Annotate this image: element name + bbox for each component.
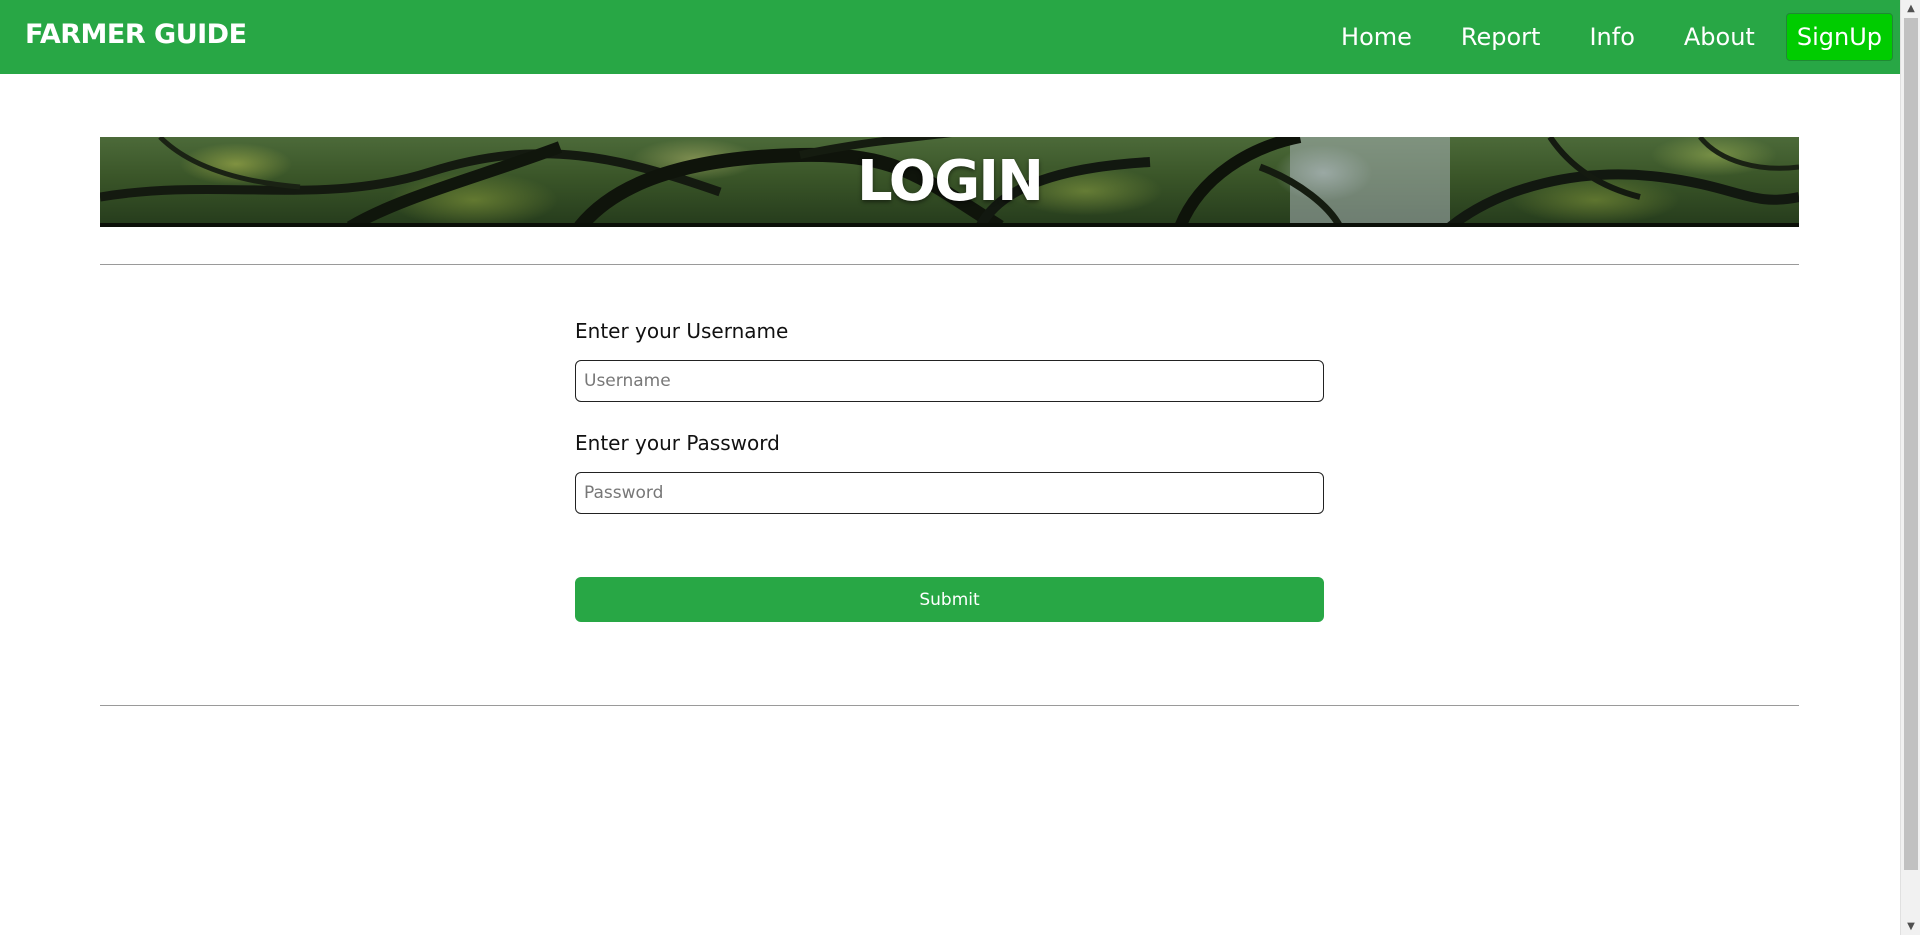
password-input[interactable]: [575, 472, 1324, 514]
triangle-down-icon[interactable]: ▼: [1901, 918, 1920, 935]
submit-button[interactable]: Submit: [575, 577, 1324, 622]
password-group: Enter your Password: [575, 428, 1324, 514]
password-label: Enter your Password: [575, 431, 780, 455]
navbar: FARMER GUIDE Home Report Info About Sign…: [0, 0, 1900, 74]
page-scrollbar[interactable]: ▲ ▼: [1900, 0, 1920, 935]
username-label: Enter your Username: [575, 319, 789, 343]
nav-link-about[interactable]: About: [1684, 12, 1755, 62]
divider-top: [100, 264, 1799, 265]
nav-link-report[interactable]: Report: [1461, 12, 1541, 62]
triangle-up-icon[interactable]: ▲: [1901, 0, 1920, 17]
nav-links: Home Report Info About SignUp: [1341, 12, 1893, 62]
signup-button[interactable]: SignUp: [1785, 13, 1893, 61]
login-banner: LOGIN: [100, 137, 1799, 227]
username-input[interactable]: [575, 360, 1324, 402]
nav-link-home[interactable]: Home: [1341, 12, 1412, 62]
page: FARMER GUIDE Home Report Info About Sign…: [0, 0, 1900, 935]
scrollbar-thumb[interactable]: [1904, 18, 1918, 870]
nav-link-info[interactable]: Info: [1589, 12, 1634, 62]
page-title: LOGIN: [857, 149, 1044, 214]
login-form: Enter your Username Enter your Password …: [575, 316, 1324, 622]
brand-logo[interactable]: FARMER GUIDE: [25, 19, 247, 50]
divider-bottom: [100, 705, 1799, 706]
